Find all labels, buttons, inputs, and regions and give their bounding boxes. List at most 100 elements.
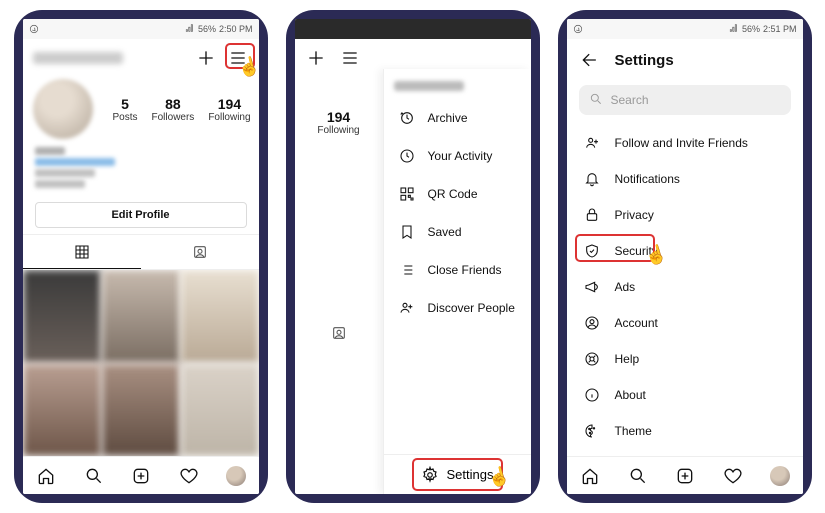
photo-thumbnail[interactable] — [102, 364, 180, 457]
new-post-icon[interactable] — [130, 465, 152, 487]
search-placeholder: Search — [611, 93, 649, 107]
settings-item-help[interactable]: Help — [567, 341, 803, 377]
search-icon[interactable] — [83, 465, 105, 487]
add-user-icon — [583, 134, 601, 152]
settings-label: Account — [615, 316, 658, 330]
new-post-icon[interactable] — [674, 465, 696, 487]
settings-item-ads[interactable]: Ads — [567, 269, 803, 305]
create-icon[interactable] — [195, 47, 217, 69]
screen-menu: 194 Following Archive Your Activity — [295, 19, 531, 494]
profile-tabs — [23, 234, 259, 270]
hamburger-icon[interactable] — [339, 47, 361, 69]
settings-label: About — [615, 388, 646, 402]
photo-grid — [23, 270, 259, 456]
gear-icon — [421, 466, 439, 484]
settings-label: Settings — [447, 467, 494, 482]
heart-icon[interactable] — [722, 465, 744, 487]
tab-grid[interactable] — [23, 235, 141, 269]
profile-header: ☝ — [23, 39, 259, 73]
settings-item-about[interactable]: About — [567, 377, 803, 413]
saved-icon — [398, 223, 416, 241]
clock: 2:50 PM — [219, 24, 253, 34]
menu-label: Discover People — [428, 301, 515, 315]
home-icon[interactable] — [35, 465, 57, 487]
partial-profile: 194 Following — [295, 69, 383, 494]
settings-label: Theme — [615, 424, 652, 438]
help-icon — [583, 350, 601, 368]
list-icon — [398, 261, 416, 279]
stat-following[interactable]: 194 Following — [208, 96, 250, 123]
battery-text: 56% — [198, 24, 216, 34]
settings-label: Ads — [615, 280, 636, 294]
photo-thumbnail[interactable] — [102, 270, 180, 363]
heart-icon[interactable] — [178, 465, 200, 487]
sheet-username — [394, 81, 464, 91]
menu-item-saved[interactable]: Saved — [384, 213, 531, 251]
edit-profile-button[interactable]: Edit Profile — [35, 202, 247, 228]
archive-icon — [398, 109, 416, 127]
menu-footer-settings[interactable]: Settings ☝ — [384, 454, 531, 494]
menu-item-activity[interactable]: Your Activity — [384, 137, 531, 175]
nav-avatar[interactable] — [770, 466, 790, 486]
create-icon[interactable] — [305, 47, 327, 69]
settings-item-notifications[interactable]: Notifications — [567, 161, 803, 197]
discover-icon — [398, 299, 416, 317]
side-menu-sheet: Archive Your Activity QR Code Saved — [383, 69, 531, 494]
whatsapp-icon — [573, 24, 583, 34]
user-circle-icon — [583, 314, 601, 332]
settings-header: Settings — [567, 39, 803, 81]
settings-item-follow[interactable]: Follow and Invite Friends — [567, 125, 803, 161]
activity-icon — [398, 147, 416, 165]
signal-icon — [729, 23, 739, 35]
search-icon[interactable] — [627, 465, 649, 487]
username[interactable] — [33, 52, 123, 64]
tab-tagged[interactable] — [295, 316, 383, 350]
megaphone-icon — [583, 278, 601, 296]
menu-item-close-friends[interactable]: Close Friends — [384, 251, 531, 289]
menu-label: Saved — [428, 225, 462, 239]
settings-item-privacy[interactable]: Privacy — [567, 197, 803, 233]
settings-item-account[interactable]: Account — [567, 305, 803, 341]
screen-profile: 56% 2:50 PM ☝ 5 Posts — [23, 19, 259, 494]
photo-thumbnail[interactable] — [181, 364, 259, 457]
signal-icon — [185, 23, 195, 35]
photo-thumbnail[interactable] — [23, 270, 101, 363]
menu-label: Archive — [428, 111, 468, 125]
stats-row: 5 Posts 88 Followers 194 Following — [23, 73, 259, 147]
profile-avatar[interactable] — [33, 79, 93, 139]
settings-item-security[interactable]: Security ☝ — [567, 233, 803, 269]
home-icon[interactable] — [579, 465, 601, 487]
theme-icon — [583, 422, 601, 440]
menu-item-discover[interactable]: Discover People — [384, 289, 531, 327]
phone-1: 56% 2:50 PM ☝ 5 Posts — [14, 10, 268, 503]
status-bar — [295, 19, 531, 39]
accounts-center-link[interactable]: Accounts Center — [567, 449, 803, 456]
menu-item-qr[interactable]: QR Code — [384, 175, 531, 213]
shield-icon — [583, 242, 601, 260]
page-title: Settings — [615, 52, 674, 69]
hamburger-icon[interactable] — [227, 47, 249, 69]
clock: 2:51 PM — [763, 24, 797, 34]
settings-list: Follow and Invite Friends Notifications … — [567, 125, 803, 456]
battery-text: 56% — [742, 24, 760, 34]
menu-item-archive[interactable]: Archive — [384, 99, 531, 137]
search-input[interactable]: Search — [579, 85, 791, 115]
nav-avatar[interactable] — [226, 466, 246, 486]
tab-tagged[interactable] — [141, 235, 259, 269]
photo-thumbnail[interactable] — [23, 364, 101, 457]
bottom-nav — [23, 456, 259, 494]
bottom-nav — [567, 456, 803, 494]
settings-item-theme[interactable]: Theme — [567, 413, 803, 449]
menu-label: Close Friends — [428, 263, 502, 277]
status-bar: 56% 2:50 PM — [23, 19, 259, 39]
stat-followers[interactable]: 88 Followers — [152, 96, 195, 123]
back-icon[interactable] — [579, 49, 601, 71]
menu-label: QR Code — [428, 187, 478, 201]
photo-thumbnail[interactable] — [181, 270, 259, 363]
stat-posts[interactable]: 5 Posts — [113, 96, 138, 123]
stat-following[interactable]: 194 Following — [295, 109, 383, 136]
status-bar: 56% 2:51 PM — [567, 19, 803, 39]
qr-icon — [398, 185, 416, 203]
settings-label: Follow and Invite Friends — [615, 136, 748, 150]
settings-label: Privacy — [615, 208, 654, 222]
